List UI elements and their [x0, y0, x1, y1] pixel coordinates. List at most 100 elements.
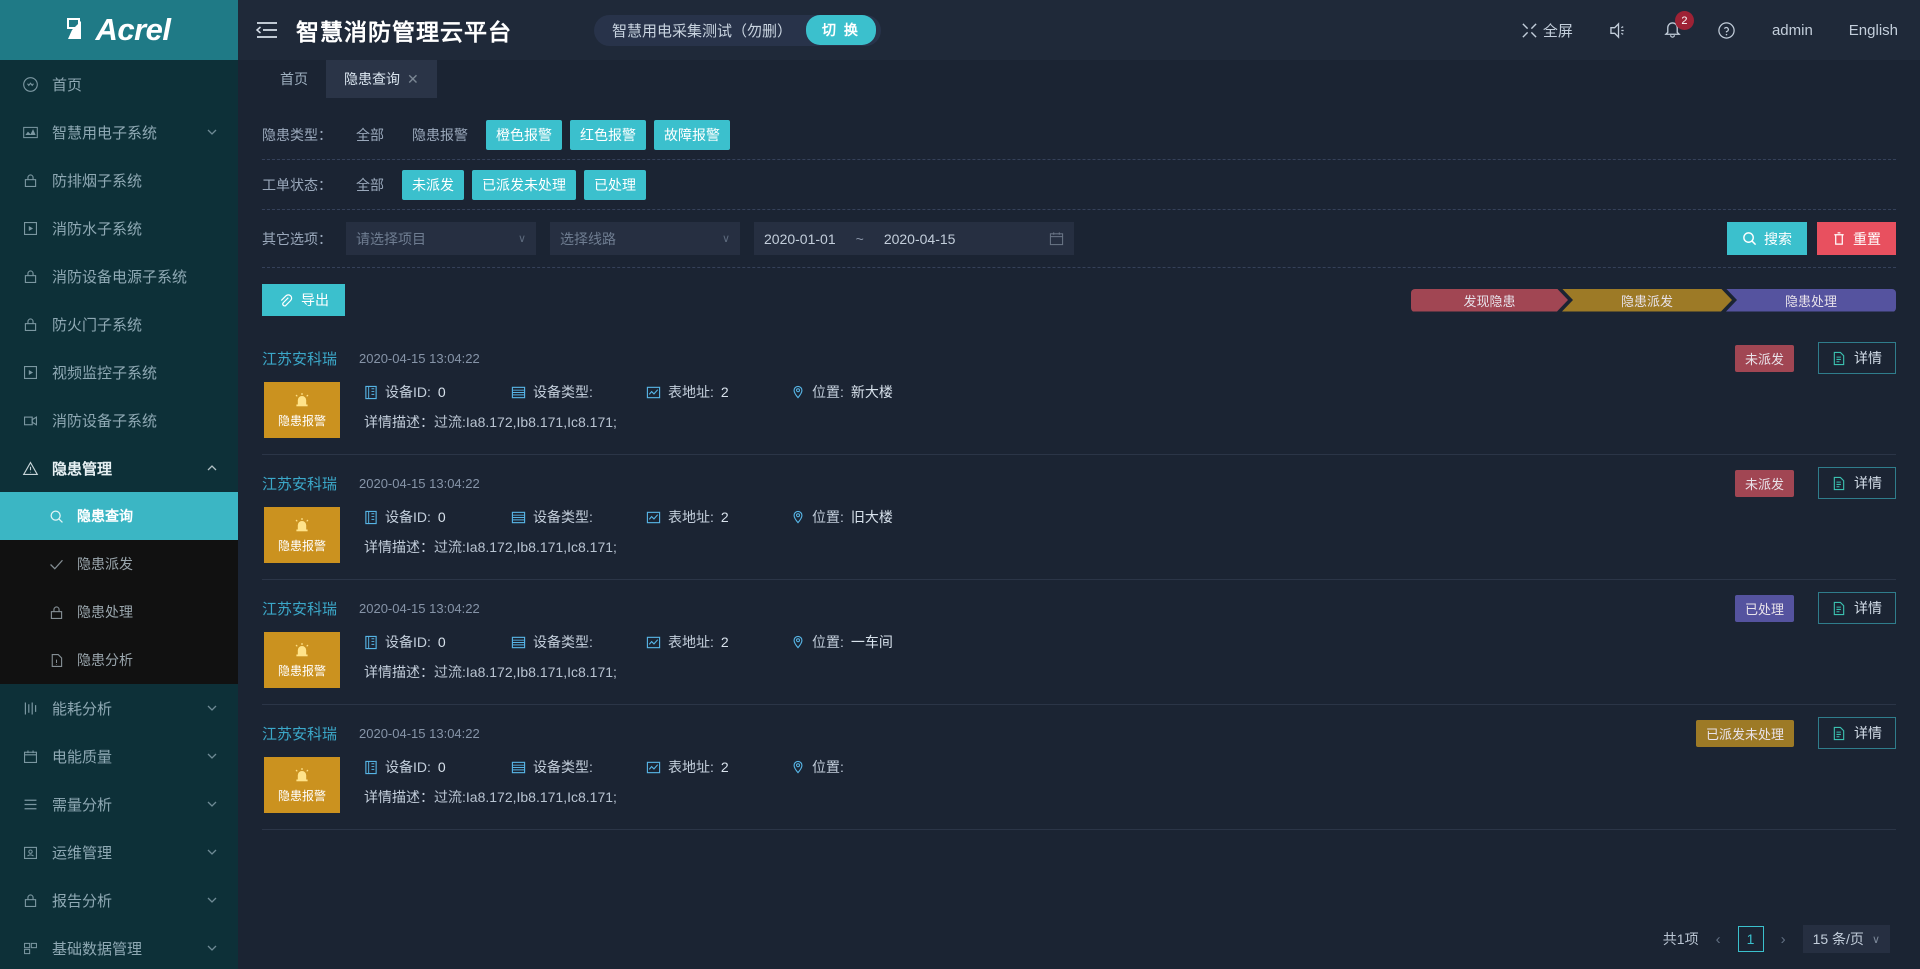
- calendar-icon: [1049, 232, 1064, 246]
- alarm-chip: 隐患报警: [264, 632, 340, 688]
- logo[interactable]: Acrel: [0, 0, 238, 60]
- sidebar-item-fire-device[interactable]: 消防设备子系统: [0, 396, 238, 444]
- trash-icon: [1834, 232, 1844, 245]
- field-label: 设备ID:: [385, 759, 431, 775]
- sidebar-item-hazard-analysis[interactable]: 隐患分析: [0, 636, 238, 684]
- sidebar-item-hazard-dispatch[interactable]: 隐患派发: [0, 540, 238, 588]
- project-selector[interactable]: 智慧用电采集测试（勿删） 切 换: [594, 14, 881, 46]
- sidebar-item-smart-electricity[interactable]: 智慧用电子系统: [0, 108, 238, 156]
- filter-type-hazard-alarm[interactable]: 隐患报警: [402, 120, 478, 150]
- table-row[interactable]: 江苏安科瑞 2020-04-15 13:04:22 已派发未处理 详情 隐患报警…: [262, 705, 1896, 830]
- date-end: 2020-04-15: [883, 230, 956, 247]
- user-menu[interactable]: admin: [1772, 22, 1813, 39]
- sound-button[interactable]: [1609, 21, 1628, 39]
- file-icon: [51, 653, 63, 667]
- device-type-icon: [511, 511, 526, 523]
- status-badge: 已派发未处理: [1695, 719, 1794, 747]
- detail-button-label: 详情: [1854, 475, 1882, 491]
- table-row[interactable]: 江苏安科瑞 2020-04-15 13:04:22 未派发 详情 隐患报警 设备…: [262, 330, 1896, 455]
- legend-discover-hazard: 发现隐患: [1411, 289, 1568, 312]
- filter-type-fault-alarm[interactable]: 故障报警: [654, 119, 730, 150]
- record-header: 江苏安科瑞 2020-04-15 13:04:22 已派发未处理 详情: [262, 717, 1896, 749]
- sidebar-item-demand-analysis[interactable]: 需量分析: [0, 780, 238, 828]
- document-icon: [1833, 726, 1845, 740]
- fullscreen-button[interactable]: 全屏: [1521, 20, 1573, 41]
- date-range-picker[interactable]: 2020-01-01 ~ 2020-04-15: [754, 222, 1074, 255]
- record-org[interactable]: 江苏安科瑞: [262, 348, 337, 369]
- record-org[interactable]: 江苏安科瑞: [262, 598, 337, 619]
- pagination-next[interactable]: ›: [1778, 931, 1789, 948]
- filter-type-red-alarm[interactable]: 红色报警: [570, 119, 646, 150]
- table-row[interactable]: 江苏安科瑞 2020-04-15 13:04:22 未派发 详情 隐患报警 设备…: [262, 455, 1896, 580]
- notifications-button[interactable]: 2: [1664, 11, 1694, 39]
- tab-home[interactable]: 首页: [262, 60, 326, 98]
- sidebar-item-label: 视频监控子系统: [52, 364, 158, 382]
- record-time: 2020-04-15 13:04:22: [359, 350, 480, 366]
- filter-type-all[interactable]: 全部: [346, 120, 394, 150]
- chevron-down-icon: ∨: [1871, 933, 1880, 946]
- sidebar-item-report-analysis[interactable]: 报告分析: [0, 876, 238, 924]
- page-size-select[interactable]: 15 条/页 ∨: [1802, 925, 1890, 953]
- sidebar-item-energy-analysis[interactable]: 能耗分析: [0, 684, 238, 732]
- sidebar-item-hazard-query[interactable]: 隐患查询: [0, 492, 238, 540]
- filter-status-dispatched-unhandled[interactable]: 已派发未处理: [472, 169, 576, 200]
- description-value: 过流:Ia8.172,Ib8.171,Ic8.171;: [434, 789, 617, 805]
- filter-status-handled[interactable]: 已处理: [584, 169, 646, 200]
- detail-button[interactable]: 详情: [1818, 592, 1896, 624]
- chevron-up-icon: [207, 465, 217, 471]
- sidebar-item-label: 需量分析: [52, 796, 113, 814]
- sidebar-item-fire-water[interactable]: 消防水子系统: [0, 204, 238, 252]
- record-org[interactable]: 江苏安科瑞: [262, 473, 337, 494]
- help-button[interactable]: [1717, 21, 1736, 40]
- pagination-prev[interactable]: ‹: [1713, 931, 1724, 948]
- sidebar-item-home[interactable]: 首页: [0, 60, 238, 108]
- grid-icon: [24, 942, 37, 954]
- chevron-down-icon: [207, 753, 217, 759]
- sidebar-item-basic-data[interactable]: 基础数据管理: [0, 924, 238, 969]
- sidebar-item-power-quality[interactable]: 电能质量: [0, 732, 238, 780]
- play-square-icon: [23, 365, 38, 379]
- detail-button[interactable]: 详情: [1818, 467, 1896, 499]
- export-button[interactable]: 导出: [262, 284, 345, 316]
- field-location: 位置: 旧大楼: [791, 507, 893, 527]
- language-switch[interactable]: English: [1849, 22, 1898, 39]
- export-button-label: 导出: [301, 292, 329, 308]
- sidebar-item-label: 消防水子系统: [52, 220, 143, 238]
- sidebar-item-video-monitor[interactable]: 视频监控子系统: [0, 348, 238, 396]
- tab-label: 隐患查询: [344, 71, 400, 87]
- pagination-page-1[interactable]: 1: [1737, 926, 1764, 952]
- detail-button[interactable]: 详情: [1818, 342, 1896, 374]
- table-row[interactable]: 江苏安科瑞 2020-04-15 13:04:22 已处理 详情 隐患报警 设备…: [262, 580, 1896, 705]
- filter-status-all[interactable]: 全部: [346, 170, 394, 200]
- sidebar-item-fire-power[interactable]: 消防设备电源子系统: [0, 252, 238, 300]
- reset-button[interactable]: 重置: [1817, 222, 1896, 255]
- warning-triangle-icon: [22, 460, 39, 475]
- switch-project-button[interactable]: 切 换: [806, 15, 876, 45]
- alarm-chip-label: 隐患报警: [277, 788, 326, 803]
- sidebar-item-label: 首页: [52, 76, 83, 94]
- sidebar-item-hazard-handle[interactable]: 隐患处理: [0, 588, 238, 636]
- page-size-value: 15 条/页: [1812, 931, 1864, 947]
- line-select[interactable]: 选择线路 ∨: [550, 222, 740, 255]
- sidebar-item-ops-management[interactable]: 运维管理: [0, 828, 238, 876]
- search-button[interactable]: 搜索: [1727, 222, 1807, 255]
- reset-button-label: 重置: [1853, 230, 1881, 247]
- menu-fold-icon[interactable]: [256, 21, 278, 39]
- field-label: 设备类型:: [533, 759, 593, 775]
- sidebar-item-hazard-management[interactable]: 隐患管理: [0, 444, 238, 492]
- record-fields: 设备ID: 0 设备类型:: [364, 757, 1896, 813]
- record-org[interactable]: 江苏安科瑞: [262, 723, 337, 744]
- acrel-logo-icon: [67, 18, 82, 39]
- record-time: 2020-04-15 13:04:22: [359, 475, 480, 491]
- sidebar-item-smoke-exhaust[interactable]: 防排烟子系统: [0, 156, 238, 204]
- close-icon[interactable]: ✕: [407, 71, 419, 88]
- fullscreen-icon: [1522, 22, 1537, 38]
- pagination: 共1项 ‹ 1 › 15 条/页 ∨: [262, 911, 1896, 969]
- tab-hazard-query[interactable]: 隐患查询 ✕: [326, 60, 437, 98]
- project-select[interactable]: 请选择项目 ∨: [346, 222, 536, 255]
- field-meter-address: 表地址: 2: [646, 757, 791, 777]
- filter-type-orange-alarm[interactable]: 橙色报警: [486, 119, 562, 150]
- detail-button[interactable]: 详情: [1818, 717, 1896, 749]
- filter-status-undispatched[interactable]: 未派发: [402, 169, 464, 200]
- sidebar-item-fire-door[interactable]: 防火门子系统: [0, 300, 238, 348]
